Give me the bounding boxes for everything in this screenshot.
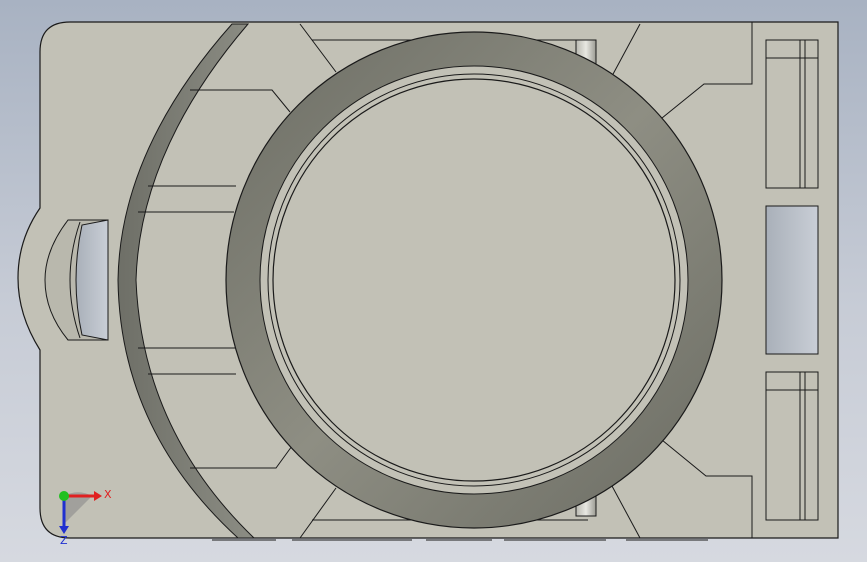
y-axis-dot	[59, 491, 69, 501]
z-axis-arrow	[59, 526, 69, 534]
graphics-viewport[interactable]: X Z	[0, 0, 867, 562]
z-axis-label: Z	[60, 534, 68, 547]
x-axis-arrow	[94, 491, 102, 501]
x-axis-label: X	[104, 488, 112, 501]
axis-triad: X Z	[59, 488, 112, 547]
